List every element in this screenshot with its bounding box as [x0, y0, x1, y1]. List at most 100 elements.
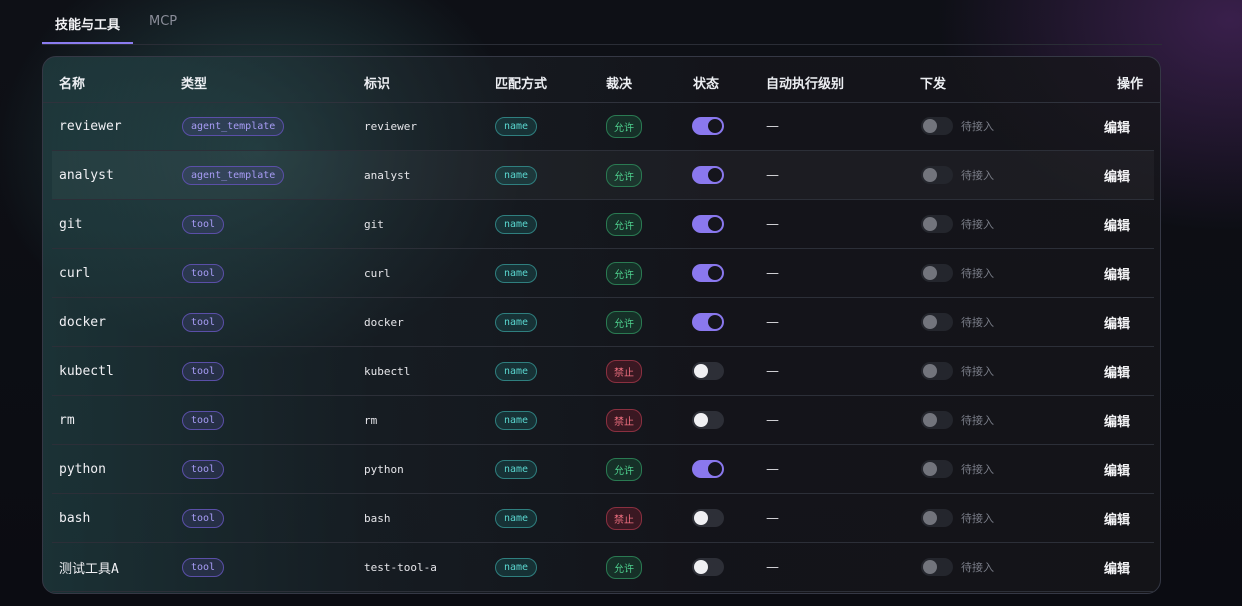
match-badge: name — [495, 165, 538, 185]
status-toggle[interactable] — [692, 509, 724, 527]
table-row: curl tool curl name 允许 — 待接入 编辑 — [52, 249, 1154, 298]
row-name: analyst — [59, 167, 114, 183]
toggle-knob — [694, 511, 708, 525]
dispatch-toggle[interactable] — [921, 264, 953, 282]
verdict-badge: 允许 — [606, 555, 642, 579]
row-name: rm — [59, 412, 75, 428]
table-row: reviewer agent_template reviewer name 允许 — 待接入… — [52, 102, 1154, 151]
row-name: bash — [59, 510, 91, 526]
verdict-badge: 允许 — [606, 163, 642, 187]
match-badge: name — [495, 263, 538, 283]
pending-label: 待接入 — [961, 414, 994, 427]
verdict-badge: 允许 — [606, 310, 642, 334]
auto-level-value: — — [766, 265, 779, 281]
status-toggle[interactable] — [692, 411, 724, 429]
col-auto-level: 自动执行级别 — [766, 77, 845, 92]
match-badge: name — [495, 459, 538, 479]
pending-label: 待接入 — [961, 316, 994, 329]
toggle-knob — [708, 266, 722, 280]
row-name: reviewer — [59, 118, 122, 134]
col-identifier: 标识 — [364, 77, 391, 92]
toggle-knob — [923, 364, 937, 378]
edit-button[interactable]: 编辑 — [1104, 200, 1130, 248]
dispatch-toggle[interactable] — [921, 117, 953, 135]
row-name: 测试工具A — [59, 561, 119, 577]
edit-button[interactable]: 编辑 — [1104, 298, 1130, 346]
toggle-knob — [694, 413, 708, 427]
match-badge: name — [495, 116, 538, 136]
tab-skills-tools[interactable]: 技能与工具 — [42, 14, 133, 44]
row-identifier: kubectl — [364, 364, 411, 378]
toggle-knob — [708, 217, 722, 231]
edit-button[interactable]: 编辑 — [1104, 347, 1130, 395]
table-row: rm tool rm name 禁止 — 待接入 编辑 — [52, 396, 1154, 445]
dispatch-toggle[interactable] — [921, 411, 953, 429]
status-toggle[interactable] — [692, 264, 724, 282]
verdict-badge: 允许 — [606, 212, 642, 236]
table-row: python tool python name 允许 — 待接入 编辑 — [52, 445, 1154, 494]
auto-level-value: — — [766, 461, 779, 477]
verdict-badge: 允许 — [606, 457, 642, 481]
status-toggle[interactable] — [692, 460, 724, 478]
edit-button[interactable]: 编辑 — [1104, 102, 1130, 150]
status-toggle[interactable] — [692, 313, 724, 331]
dispatch-toggle[interactable] — [921, 313, 953, 331]
toggle-knob — [708, 315, 722, 329]
dispatch-toggle[interactable] — [921, 362, 953, 380]
edit-button[interactable]: 编辑 — [1104, 445, 1130, 493]
row-identifier: reviewer — [364, 119, 417, 133]
col-type: 类型 — [181, 77, 208, 92]
match-badge: name — [495, 410, 538, 430]
pending-label: 待接入 — [961, 218, 994, 231]
pending-label: 待接入 — [961, 561, 994, 574]
status-toggle[interactable] — [692, 215, 724, 233]
toggle-knob — [923, 560, 937, 574]
dispatch-toggle[interactable] — [921, 460, 953, 478]
row-identifier: python — [364, 462, 404, 476]
row-identifier: curl — [364, 266, 391, 280]
edit-button[interactable]: 编辑 — [1104, 396, 1130, 444]
dispatch-toggle[interactable] — [921, 509, 953, 527]
row-name: kubectl — [59, 363, 114, 379]
edit-button[interactable]: 编辑 — [1104, 249, 1130, 297]
table-row: docker tool docker name 允许 — 待接入 编辑 — [52, 298, 1154, 347]
toggle-knob — [923, 266, 937, 280]
pending-label: 待接入 — [961, 120, 994, 133]
type-badge: tool — [182, 410, 225, 430]
dispatch-toggle[interactable] — [921, 166, 953, 184]
pending-label: 待接入 — [961, 512, 994, 525]
type-badge: agent_template — [182, 165, 285, 185]
edit-button[interactable]: 编辑 — [1104, 151, 1130, 199]
match-badge: name — [495, 312, 538, 332]
edit-button[interactable]: 编辑 — [1104, 543, 1130, 591]
match-badge: name — [495, 361, 538, 381]
col-actions: 操作 — [1117, 77, 1144, 92]
verdict-badge: 禁止 — [606, 359, 642, 383]
verdict-badge: 允许 — [606, 261, 642, 285]
dispatch-toggle[interactable] — [921, 558, 953, 576]
toggle-knob — [923, 413, 937, 427]
status-toggle[interactable] — [692, 558, 724, 576]
auto-level-value: — — [766, 363, 779, 379]
edit-button[interactable]: 编辑 — [1104, 494, 1130, 542]
status-toggle[interactable] — [692, 166, 724, 184]
row-identifier: bash — [364, 511, 391, 525]
toggle-knob — [708, 462, 722, 476]
col-status: 状态 — [693, 77, 720, 92]
tab-mcp[interactable]: MCP — [149, 14, 177, 44]
auto-level-value: — — [766, 167, 779, 183]
table-row: kubectl tool kubectl name 禁止 — 待接入 编辑 — [52, 347, 1154, 396]
auto-level-value: — — [766, 118, 779, 134]
tab-bar: 技能与工具 MCP — [42, 0, 1162, 45]
col-name: 名称 — [59, 77, 86, 92]
auto-level-value: — — [766, 510, 779, 526]
auto-level-value: — — [766, 412, 779, 428]
status-toggle[interactable] — [692, 117, 724, 135]
type-badge: agent_template — [182, 116, 285, 136]
table-row: git tool git name 允许 — 待接入 编辑 — [52, 200, 1154, 249]
dispatch-toggle[interactable] — [921, 215, 953, 233]
toggle-knob — [923, 119, 937, 133]
row-identifier: docker — [364, 315, 404, 329]
status-toggle[interactable] — [692, 362, 724, 380]
row-name: docker — [59, 314, 106, 330]
